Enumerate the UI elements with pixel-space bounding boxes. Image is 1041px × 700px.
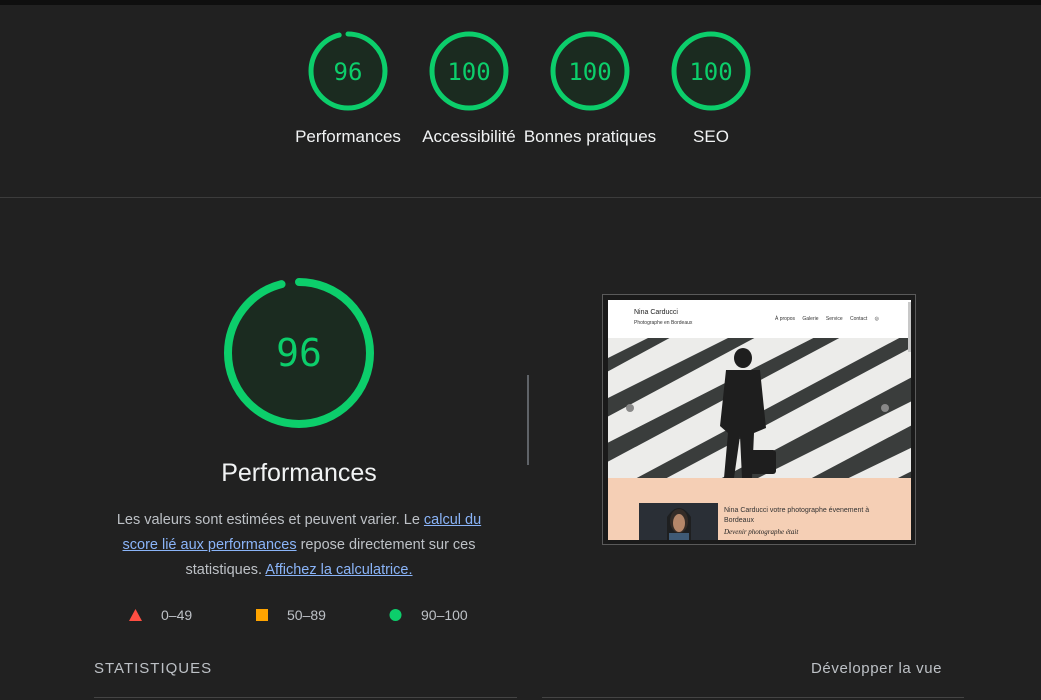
vertical-separator [527, 375, 529, 465]
header-divider [0, 197, 1041, 198]
gauge-performance-value: 96 [334, 58, 363, 86]
gauge-seo[interactable]: 100 [670, 30, 752, 112]
statistics-title: STATISTIQUES [94, 660, 213, 677]
statistics-divider-right [542, 697, 964, 698]
site-name: Nina Carducci [634, 309, 678, 316]
calculator-link[interactable]: Affichez la calculatrice. [265, 562, 412, 578]
site-subtitle: Photographe en Bordeaux [634, 320, 693, 326]
screenshot-site: Nina Carducci Photographe en Bordeaux À … [608, 300, 911, 540]
top-border [0, 0, 1041, 5]
gauge-accessibility-value: 100 [447, 58, 490, 86]
statistics-divider-left [94, 697, 517, 698]
carousel-prev-icon [626, 404, 634, 412]
expand-view-button[interactable]: Développer la vue [811, 660, 942, 677]
gauge-best-practices-label[interactable]: Bonnes pratiques [520, 124, 660, 149]
gauge-accessibility-label[interactable]: Accessibilité [399, 124, 539, 149]
portrait-photo [639, 503, 718, 540]
performance-title: Performances [221, 459, 377, 487]
gauge-performance[interactable]: 96 [307, 30, 389, 112]
performance-main-gauge: 96 [224, 278, 374, 428]
site-hero-image [608, 338, 911, 478]
site-subheadline: Devenir photographe était [724, 528, 799, 536]
carousel-next-icon [881, 404, 889, 412]
instagram-icon: ◎ [874, 316, 879, 322]
gauge-accessibility-ring: 100 [429, 31, 509, 111]
performance-description: Les valeurs sont estimées et peuvent var… [103, 508, 495, 583]
screenshot-scrollbar [908, 302, 911, 352]
site-nav-item: Galerie [802, 316, 819, 322]
gauge-best-practices[interactable]: 100 [549, 30, 631, 112]
legend-fail-range: 0–49 [161, 607, 193, 623]
performance-main-score: 96 [276, 331, 322, 375]
gauge-performance-ring: 96 [308, 31, 388, 111]
square-icon [256, 609, 268, 621]
circle-icon [389, 609, 402, 621]
site-headline: Nina Carducci votre photographe évenemen… [724, 507, 870, 524]
legend-average-range: 50–89 [287, 607, 326, 623]
gauge-seo-ring: 100 [671, 31, 751, 111]
gauge-seo-label[interactable]: SEO [641, 124, 781, 149]
gauge-best-practices-ring: 100 [550, 31, 630, 111]
gauge-seo-value: 100 [689, 58, 732, 86]
site-about-section: Nina Carducci votre photographe évenemen… [608, 478, 911, 540]
site-nav-item: À propos [775, 316, 796, 322]
site-portrait [639, 503, 718, 540]
final-screenshot[interactable]: Nina Carducci Photographe en Bordeaux À … [602, 294, 916, 545]
site-nav-item: Contact [850, 316, 868, 322]
site-nav-item: Service [825, 316, 843, 322]
gauge-accessibility[interactable]: 100 [428, 30, 510, 112]
site-nav: À propos Galerie Service Contact ◎ [769, 316, 879, 322]
description-text-1: Les valeurs sont estimées et peuvent var… [116, 512, 424, 528]
gauge-performance-label[interactable]: Performances [278, 124, 418, 149]
legend-pass-range: 90–100 [421, 607, 468, 623]
triangle-icon [129, 609, 142, 621]
gauge-best-practices-value: 100 [568, 58, 611, 86]
site-header: Nina Carducci Photographe en Bordeaux À … [608, 300, 911, 338]
hero-photo [608, 338, 911, 478]
